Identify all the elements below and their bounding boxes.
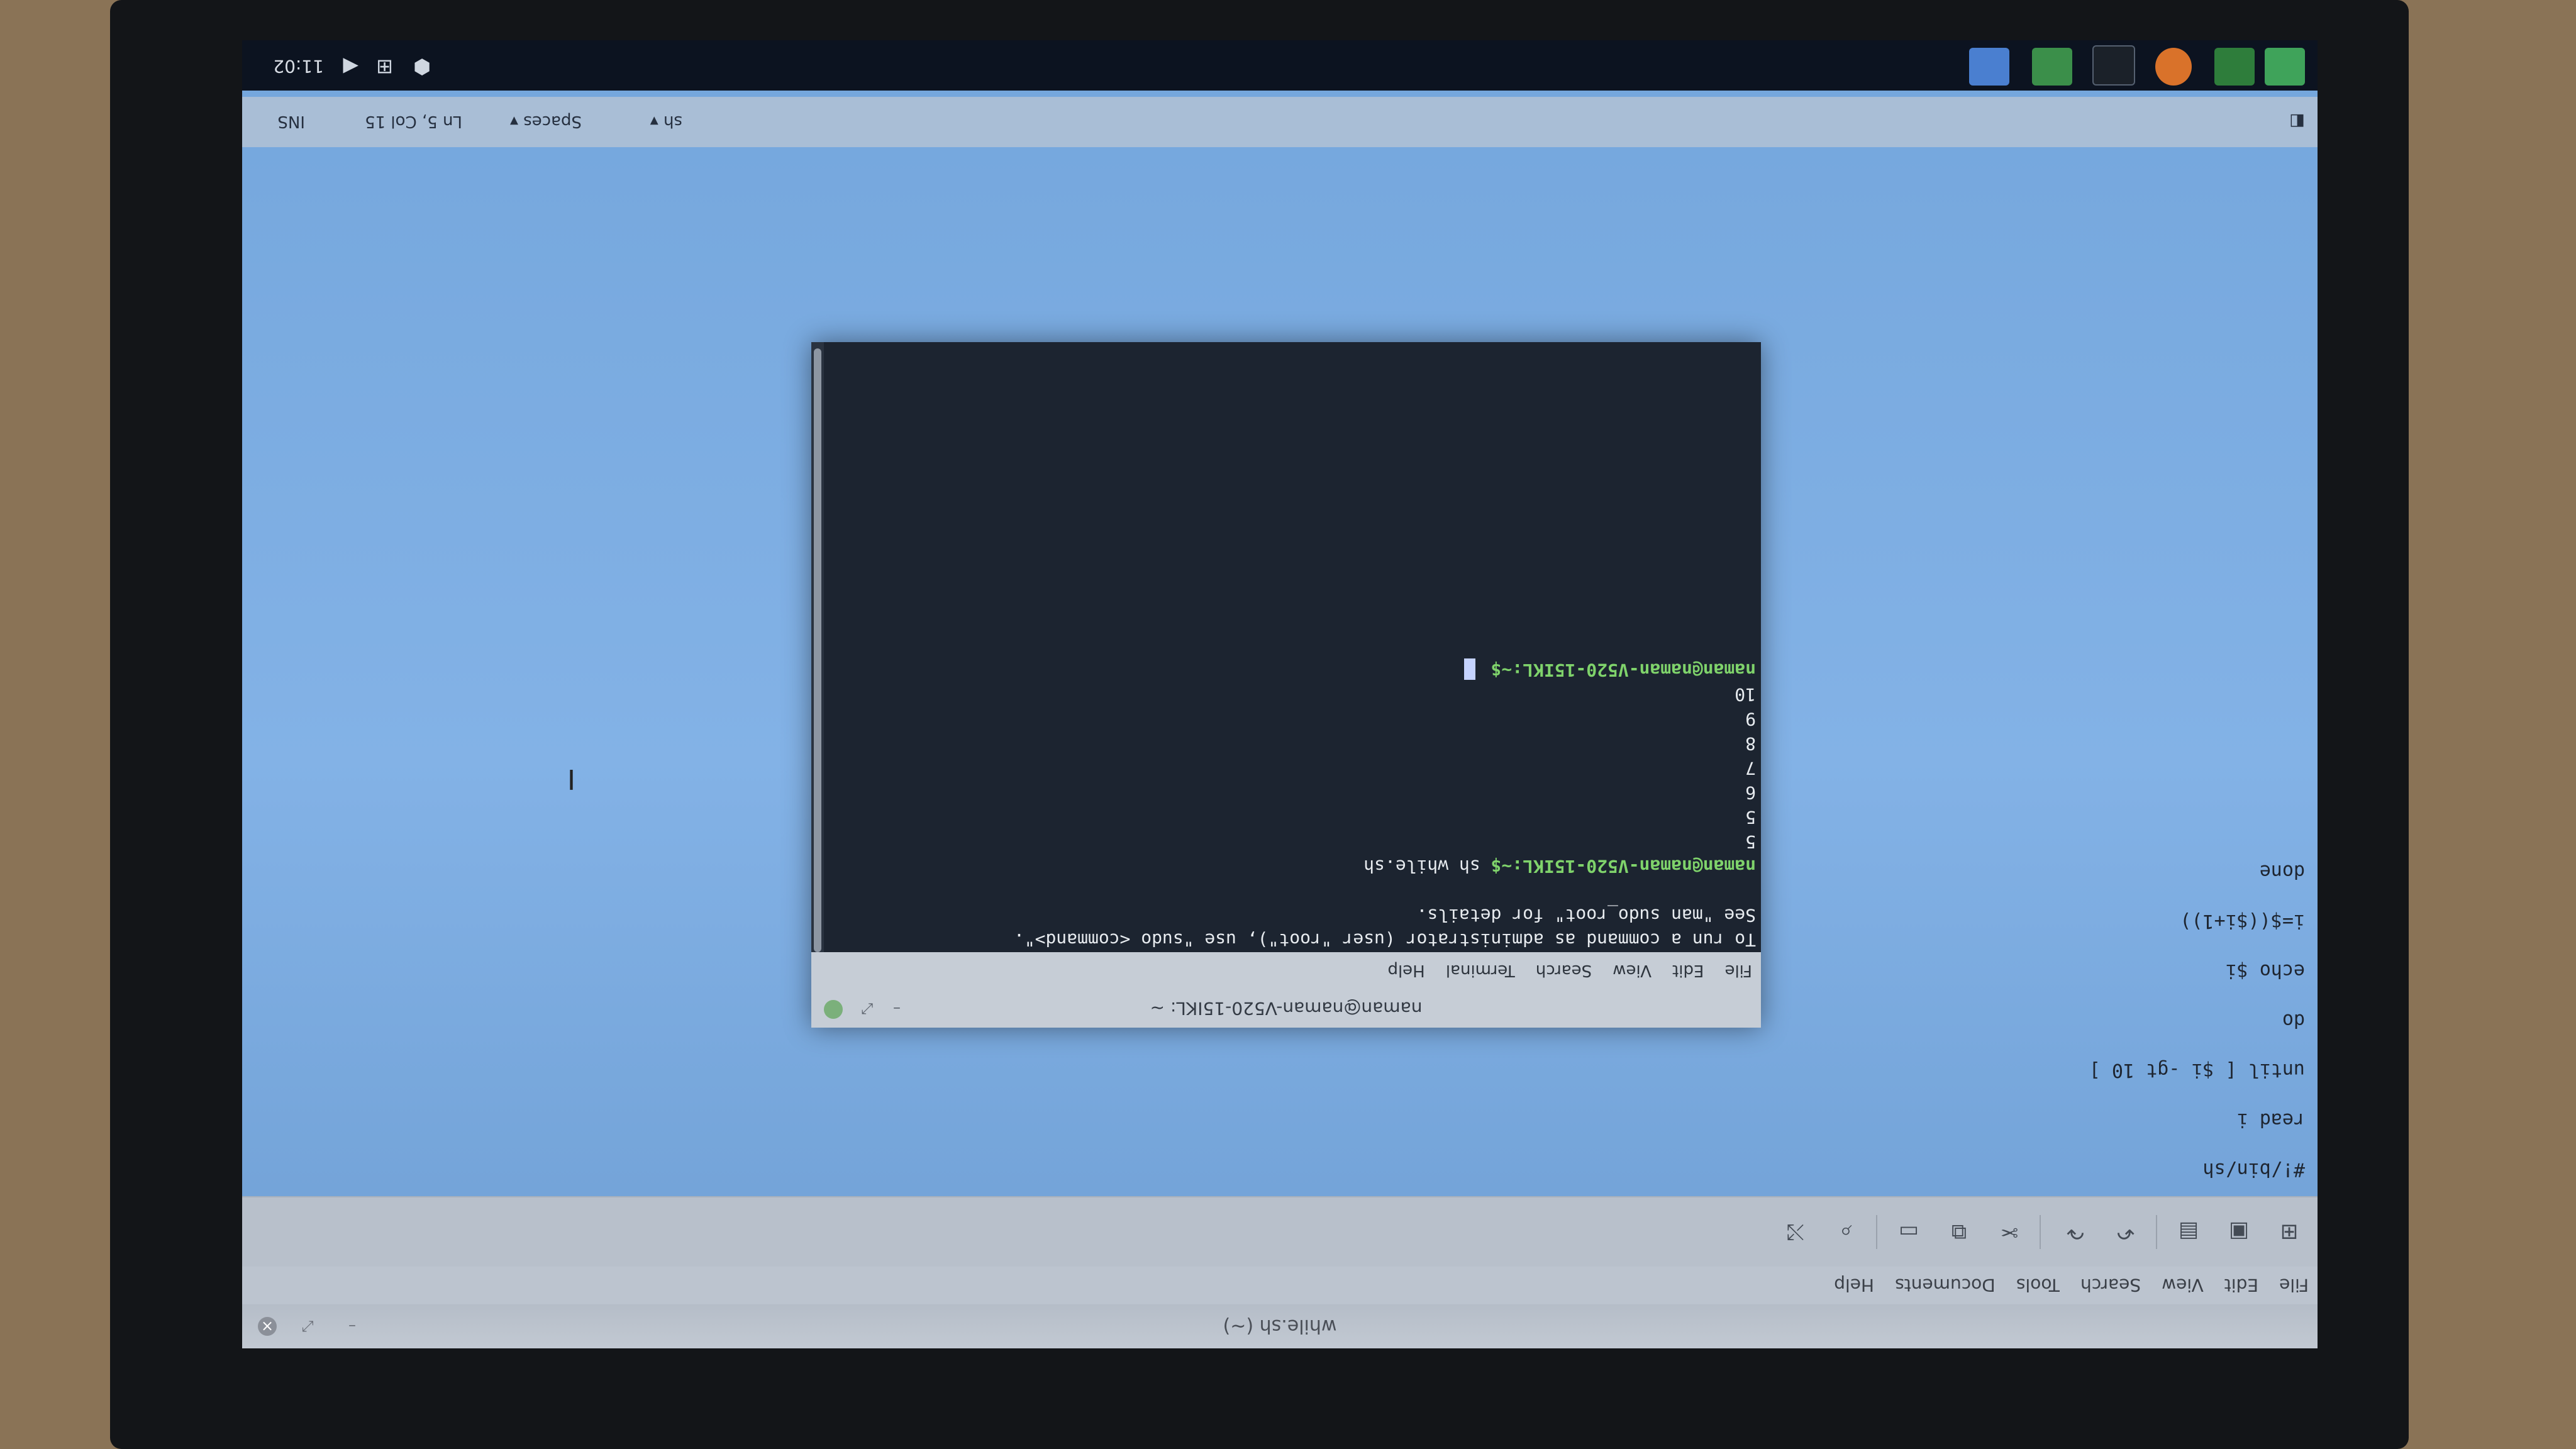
toolbar-separator — [1876, 1215, 1877, 1249]
volume-icon[interactable]: ◀ — [343, 55, 358, 79]
scrollbar-thumb[interactable] — [814, 348, 821, 952]
editor-menubar: File Edit View Search Tools Documents He… — [242, 1267, 2318, 1304]
clock[interactable]: 11:02 — [273, 56, 324, 77]
cursor-position: Ln 5, Col 15 — [365, 112, 462, 131]
terminal-line: To run a command as administrator (user … — [1013, 930, 1756, 950]
ibeam-cursor-icon: I — [567, 763, 575, 795]
menu-documents[interactable]: Documents — [1886, 1275, 2004, 1304]
redo-icon[interactable]: ↷ — [2060, 1216, 2091, 1248]
close-icon[interactable]: × — [258, 1317, 277, 1336]
terminal-line: 10 — [1735, 684, 1756, 705]
paste-icon[interactable]: ▭ — [1893, 1216, 1924, 1248]
open-icon[interactable]: ▣ — [2223, 1216, 2255, 1248]
text-editor-icon[interactable] — [1969, 48, 2009, 86]
editor-window-title: while.sh (~) — [1223, 1315, 1337, 1337]
terminal-scrollbar[interactable] — [811, 342, 824, 952]
terminal-output[interactable]: To run a command as administrator (user … — [824, 342, 1761, 952]
terminal-line: See "man sudo_root" for details. — [1416, 905, 1756, 926]
menu-search[interactable]: Search — [2072, 1275, 2150, 1304]
terminal-icon[interactable] — [2092, 45, 2135, 86]
rotated-screen-frame: while.sh (~) – ⤢ × File Edit View Search… — [145, 0, 2402, 1449]
toolbar-separator — [2156, 1215, 2157, 1249]
taskbar-panel: ⬢ ⊞ ◀ 11:02 — [242, 40, 2318, 91]
maximize-icon[interactable]: ⤢ — [862, 1000, 874, 1018]
menu-search[interactable]: Search — [1527, 961, 1601, 990]
code-line: until [ $i -gt 10 ] — [2089, 1059, 2305, 1081]
maximize-icon[interactable]: ⤢ — [299, 1317, 318, 1336]
cut-icon[interactable]: ✂ — [1994, 1216, 2025, 1248]
code-line: read i — [2236, 1109, 2305, 1131]
code-line: #!/bin/sh — [2202, 1158, 2305, 1180]
firefox-icon[interactable] — [2155, 48, 2192, 86]
files-icon[interactable] — [2032, 48, 2072, 86]
menu-file[interactable]: File — [2270, 1275, 2318, 1304]
undo-icon[interactable]: ↶ — [2110, 1216, 2141, 1248]
menu-edit[interactable]: Edit — [2216, 1275, 2267, 1304]
panel-toggle-icon[interactable]: ◧ — [2289, 112, 2305, 131]
minimize-icon[interactable]: – — [893, 1000, 901, 1018]
terminal-line: 5 — [1745, 831, 1756, 852]
terminal-line: naman@naman-V520-15IKL:~$ — [829, 658, 1756, 682]
show-desktop-icon[interactable] — [2214, 48, 2255, 86]
find-icon[interactable]: ⌕ — [1830, 1216, 1862, 1248]
terminal-line: 5 — [1745, 807, 1756, 828]
update-shield-icon[interactable]: ⬢ — [413, 55, 431, 79]
menu-tools[interactable]: Tools — [2007, 1275, 2068, 1304]
mint-menu-icon[interactable] — [2265, 48, 2305, 86]
terminal-prompt: naman@naman-V520-15IKL:~$ — [1491, 856, 1756, 877]
new-document-icon[interactable]: ⊞ — [2273, 1216, 2305, 1248]
screen: while.sh (~) – ⤢ × File Edit View Search… — [242, 40, 2318, 1348]
menu-help[interactable]: Help — [1379, 961, 1433, 990]
terminal-line: 7 — [1745, 758, 1756, 779]
menu-terminal[interactable]: Terminal — [1437, 961, 1524, 990]
editor-titlebar[interactable]: while.sh (~) – ⤢ × — [242, 1304, 2318, 1348]
terminal-line: 6 — [1745, 782, 1756, 803]
terminal-cursor — [1463, 658, 1475, 680]
copy-icon[interactable]: ⧉ — [1943, 1216, 1975, 1248]
editor-statusbar: ◧ sh ▾ Spaces ▾ Ln 5, Col 15 INS — [242, 97, 2318, 147]
minimize-icon[interactable]: – — [343, 1317, 362, 1336]
toolbar-separator — [2040, 1215, 2041, 1249]
terminal-titlebar[interactable]: naman@naman-V520-15IKL: ~ – ⤢ — [811, 990, 1761, 1028]
terminal-prompt: naman@naman-V520-15IKL:~$ — [1491, 660, 1756, 680]
menu-view[interactable]: View — [2153, 1275, 2212, 1304]
replace-icon[interactable]: ⤭ — [1780, 1216, 1811, 1248]
terminal-window-title: naman@naman-V520-15IKL: ~ — [1150, 998, 1423, 1019]
terminal-line: 8 — [1745, 733, 1756, 754]
menu-edit[interactable]: Edit — [1663, 961, 1713, 990]
terminal-window: naman@naman-V520-15IKL: ~ – ⤢ File Edit … — [811, 342, 1761, 1028]
indent-selector[interactable]: Spaces ▾ — [510, 112, 582, 131]
terminal-line: 9 — [1745, 709, 1756, 730]
menu-view[interactable]: View — [1604, 961, 1660, 990]
terminal-line: naman@naman-V520-15IKL:~$ sh while.sh — [1363, 856, 1756, 877]
insert-mode: INS — [277, 112, 305, 131]
menu-help[interactable]: Help — [1825, 1275, 1883, 1304]
close-icon[interactable] — [824, 1000, 843, 1019]
save-icon[interactable]: ▤ — [2173, 1216, 2204, 1248]
language-selector[interactable]: sh ▾ — [650, 112, 682, 131]
terminal-menubar: File Edit View Search Terminal Help — [811, 952, 1761, 990]
network-icon[interactable]: ⊞ — [376, 55, 393, 79]
menu-file[interactable]: File — [1716, 961, 1761, 990]
editor-toolbar: ⊞ ▣ ▤ ↶ ↷ ✂ ⧉ ▭ ⌕ ⤭ — [242, 1196, 2318, 1267]
